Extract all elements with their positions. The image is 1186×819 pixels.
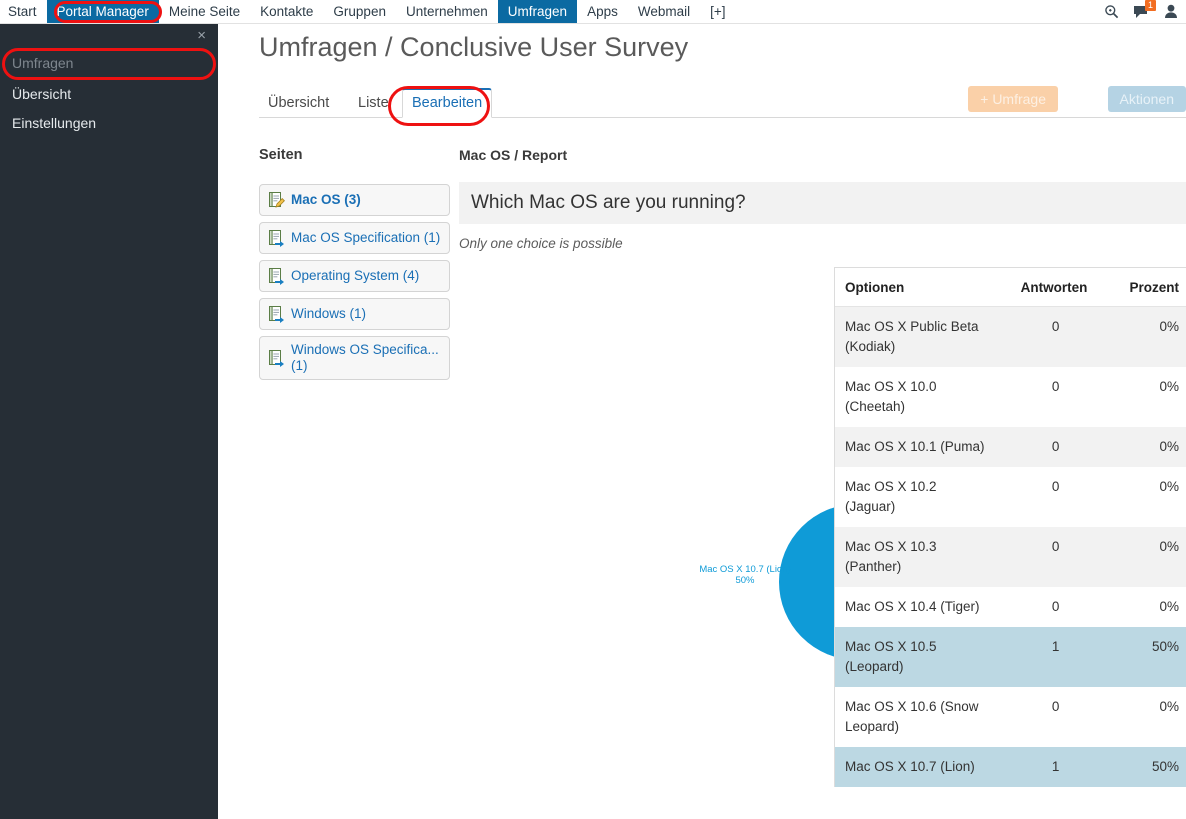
table-row: Mac OS X 10.6 (Snow Leopard) 0 0% [835, 687, 1186, 747]
cell-answers: 0 [999, 427, 1098, 467]
cell-percent: 50% [1097, 627, 1186, 687]
drawer-section-title: Umfragen [12, 55, 74, 71]
page-item-windows-os-specification[interactable]: Windows OS Specifica... (1) [259, 336, 450, 380]
cell-option: Mac OS X 10.6 (Snow Leopard) [845, 699, 979, 734]
nav-item-start[interactable]: Start [0, 0, 47, 23]
cell-answers: 0 [1051, 379, 1060, 394]
cell-answers: 0 [1051, 599, 1060, 614]
nav-item-gruppen[interactable]: Gruppen [323, 0, 396, 23]
add-umfrage-button[interactable]: + Umfrage [968, 86, 1058, 112]
page-edit-icon [267, 191, 285, 209]
page-item-label: Mac OS Specification (1) [291, 230, 441, 245]
cell-answers: 1 [999, 627, 1098, 687]
chat-badge-count: 1 [1145, 0, 1157, 11]
column-header-antworten: Antworten [999, 268, 1098, 307]
pie-label-lion-percent: 50% [735, 575, 755, 586]
question-note: Only one choice is possible [459, 236, 623, 251]
tab-uebersicht[interactable]: Übersicht [259, 90, 338, 117]
page-goto-icon [267, 267, 285, 285]
aktionen-button[interactable]: Aktionen [1107, 86, 1186, 112]
chat-icon[interactable]: 1 [1133, 0, 1157, 19]
tab-liste[interactable]: Liste [349, 90, 398, 117]
cell-option: Mac OS X 10.1 (Puma) [835, 427, 1000, 467]
page-title: Umfragen / Conclusive User Survey [259, 32, 689, 62]
nav-item-portal-manager[interactable]: Portal Manager [46, 0, 159, 23]
close-icon[interactable]: × [197, 28, 206, 43]
table-row: Mac OS X 10.7 (Lion) 1 50% [835, 747, 1186, 787]
table-row: Mac OS X Public Beta (Kodiak) 0 0% [835, 306, 1186, 367]
nav-item-meine-seite[interactable]: Meine Seite [159, 0, 250, 23]
search-icon[interactable] [1104, 4, 1119, 19]
main-content-area: Umfragen / Conclusive User Survey Übersi… [218, 24, 1186, 819]
page-item-operating-system[interactable]: Operating System (4) [259, 260, 450, 292]
cell-percent: 0% [1159, 599, 1179, 614]
report-heading: Mac OS / Report [459, 147, 568, 163]
table-row: Mac OS X 10.1 (Puma) 0 0% [835, 427, 1186, 467]
column-header-prozent: Prozent [1097, 268, 1186, 307]
page-item-windows[interactable]: Windows (1) [259, 298, 450, 330]
column-header-optionen: Optionen [835, 268, 1000, 307]
cell-answers: 0 [1051, 699, 1060, 714]
cell-option: Mac OS X 10.7 (Lion) [835, 747, 1000, 787]
page-goto-icon [267, 349, 285, 367]
nav-item-webmail[interactable]: Webmail [628, 0, 700, 23]
cell-percent: 0% [1159, 379, 1179, 394]
table-row: Mac OS X 10.2 (Jaguar) 0 0% [835, 467, 1186, 527]
cell-percent: 50% [1097, 747, 1186, 787]
top-nav-icon-group: 1 [1104, 0, 1186, 23]
nav-item-unternehmen[interactable]: Unternehmen [396, 0, 498, 23]
seiten-heading: Seiten [259, 147, 303, 163]
nav-item-add[interactable]: [+] [700, 0, 735, 23]
page-goto-icon [267, 229, 285, 247]
cell-answers: 1 [999, 747, 1098, 787]
results-table: Optionen Antworten Prozent Mac OS X Publ… [835, 268, 1186, 787]
table-row: Mac OS X 10.3 (Panther) 0 0% [835, 527, 1186, 587]
page-item-label: Operating System (4) [291, 268, 420, 283]
top-navigation-bar: Start Portal Manager Meine Seite Kontakt… [0, 0, 1186, 24]
left-drawer-panel: × Umfragen Übersicht Einstellungen [0, 24, 218, 819]
seiten-list: Mac OS (3) Mac OS Specification (1) Oper… [259, 184, 450, 386]
pie-label-lion-text: Mac OS X 10.7 (Lion) [699, 564, 791, 575]
question-text: Which Mac OS are you running? [471, 192, 746, 213]
page-goto-icon [267, 305, 285, 323]
cell-percent: 0% [1097, 427, 1186, 467]
nav-item-umfragen[interactable]: Umfragen [497, 0, 578, 23]
page-item-label: Mac OS (3) [291, 192, 361, 207]
sidebar-item-einstellungen[interactable]: Einstellungen [12, 115, 96, 131]
pie-label-lion: Mac OS X 10.7 (Lion) 50% [695, 564, 795, 586]
cell-option: Mac OS X 10.4 (Tiger) [845, 599, 980, 614]
cell-option: Mac OS X Public Beta (Kodiak) [835, 306, 1000, 367]
cell-percent: 0% [1159, 479, 1179, 494]
cell-percent: 0% [1097, 527, 1186, 587]
cell-percent: 0% [1159, 699, 1179, 714]
page-item-label: Windows OS Specifica... (1) [291, 342, 439, 373]
table-header-row: Optionen Antworten Prozent [835, 268, 1186, 307]
cell-percent: 0% [1097, 306, 1186, 367]
table-row: Mac OS X 10.4 (Tiger) 0 0% [835, 587, 1186, 627]
cell-option: Mac OS X 10.2 (Jaguar) [845, 479, 937, 514]
results-table-container: Optionen Antworten Prozent Mac OS X Publ… [834, 267, 1186, 787]
tab-bearbeiten[interactable]: Bearbeiten [402, 88, 493, 118]
table-row: Mac OS X 10.0 (Cheetah) 0 0% [835, 367, 1186, 427]
user-icon[interactable] [1164, 4, 1178, 19]
question-title-bar: Which Mac OS are you running? [459, 182, 1186, 224]
nav-item-kontakte[interactable]: Kontakte [250, 0, 323, 23]
page-item-mac-os[interactable]: Mac OS (3) [259, 184, 450, 216]
cell-option: Mac OS X 10.3 (Panther) [835, 527, 1000, 587]
page-item-mac-os-specification[interactable]: Mac OS Specification (1) [259, 222, 450, 254]
cell-answers: 0 [999, 527, 1098, 587]
cell-option: Mac OS X 10.0 (Cheetah) [845, 379, 937, 414]
page-item-label: Windows (1) [291, 306, 367, 321]
nav-item-apps[interactable]: Apps [577, 0, 628, 23]
cell-answers: 0 [999, 306, 1098, 367]
sidebar-item-uebersicht[interactable]: Übersicht [12, 86, 71, 102]
cell-option: Mac OS X 10.5 (Leopard) [835, 627, 1000, 687]
table-row: Mac OS X 10.5 (Leopard) 1 50% [835, 627, 1186, 687]
cell-answers: 0 [1051, 479, 1060, 494]
